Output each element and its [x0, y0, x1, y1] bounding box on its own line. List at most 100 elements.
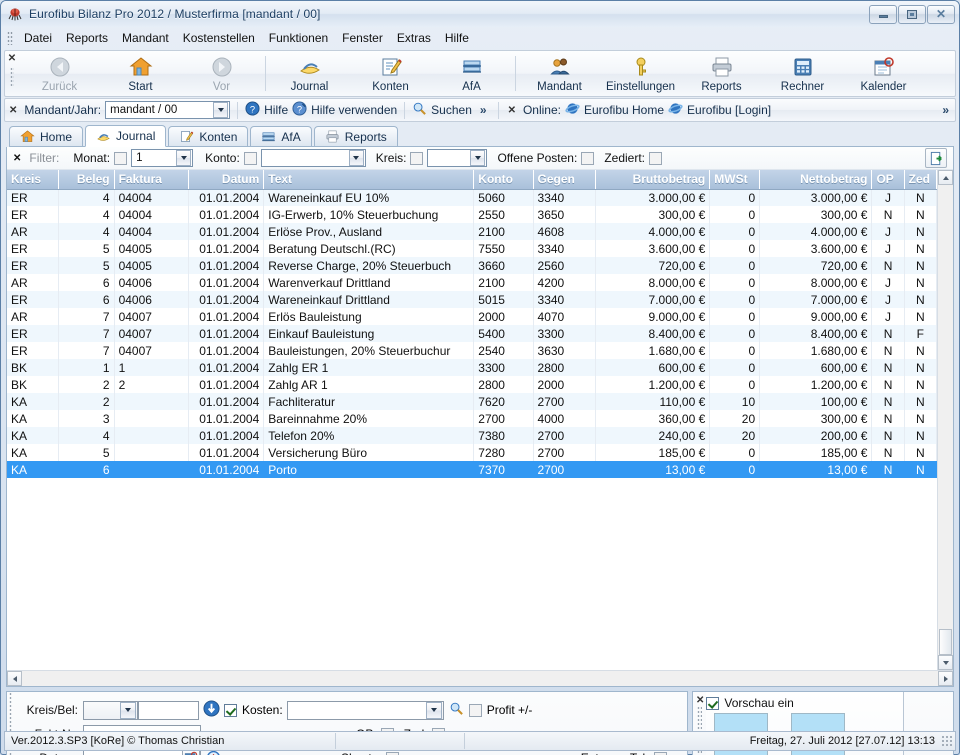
kosten-checkbox[interactable]: [224, 703, 237, 717]
col-header-op[interactable]: OP: [871, 170, 905, 190]
grid-horizontal-scrollbar[interactable]: [7, 670, 953, 686]
vorschau-checkbox[interactable]: [706, 696, 720, 710]
konto-filter-checkbox[interactable]: [243, 151, 257, 165]
table-row[interactable]: ER 7 04007 01.01.2004 Einkauf Bauleistung 540…: [7, 325, 937, 342]
menu-funktionen[interactable]: Funktionen: [262, 29, 335, 47]
online-section-close-icon[interactable]: ✕: [506, 105, 519, 116]
tab-reports[interactable]: Reports: [313, 126, 398, 146]
toolbar-button-kalender[interactable]: Kalender: [843, 51, 924, 96]
excel-export-icon[interactable]: [925, 148, 947, 168]
table-row[interactable]: ER 6 04006 01.01.2004 Wareneinkauf Drittland…: [7, 291, 937, 308]
menu-hilfe[interactable]: Hilfe: [438, 29, 476, 47]
toolbar-button-journal[interactable]: Journal: [269, 51, 350, 96]
filter-close-icon[interactable]: ✕: [11, 153, 25, 164]
ie-browser-icon-2[interactable]: [668, 101, 683, 119]
table-row[interactable]: BK 1 1 01.01.2004 Zahlg ER 1 3300 2800 600,00 €…: [7, 359, 937, 376]
table-row[interactable]: KA 5 01.01.2004 Versicherung Büro 7280 2700 18…: [7, 444, 937, 461]
table-row[interactable]: ER 5 04005 01.01.2004 Beratung Deutschl.(RC)…: [7, 240, 937, 257]
enter-tab-checkbox[interactable]: [654, 751, 668, 755]
offene-posten-checkbox[interactable]: [581, 151, 595, 165]
tab-konten[interactable]: Konten: [168, 126, 249, 146]
scroll-right-button[interactable]: [938, 671, 953, 686]
scroll-left-button[interactable]: [7, 671, 22, 686]
chevron-down-icon[interactable]: [425, 701, 442, 719]
col-header-mwst[interactable]: MWSt: [709, 170, 761, 190]
chevron-down-icon[interactable]: [213, 102, 229, 118]
table-row[interactable]: KA 4 01.01.2004 Telefon 20% 7380 2700 240,00 €…: [7, 427, 937, 444]
online-link-eurofibu-home[interactable]: Eurofibu Home: [584, 103, 664, 117]
grid-vertical-scrollbar[interactable]: [937, 170, 953, 670]
table-row[interactable]: AR 4 04004 01.01.2004 Erlöse Prov., Ausland 2…: [7, 223, 937, 240]
scroll-thumb[interactable]: [939, 629, 952, 655]
col-header-faktura[interactable]: Faktura: [114, 170, 190, 190]
kreis-bel-select[interactable]: [83, 700, 138, 720]
table-row[interactable]: AR 7 04007 01.01.2004 Erlös Bauleistung 2000 4…: [7, 308, 937, 325]
online-link-eurofibu-login[interactable]: Eurofibu [Login]: [687, 103, 771, 117]
menu-datei[interactable]: Datei: [17, 29, 59, 47]
col-header-zed[interactable]: Zed: [904, 170, 937, 190]
toolbar-close-handle[interactable]: ✕: [5, 51, 19, 96]
table-row[interactable]: KA 2 01.01.2004 Fachliteratur 7620 2700 110,00…: [7, 393, 937, 410]
table-row[interactable]: ER 7 04007 01.01.2004 Bauleistungen, 20% Ste…: [7, 342, 937, 359]
help-label[interactable]: Hilfe: [264, 103, 288, 117]
scroll-up-button[interactable]: [938, 170, 953, 185]
skonto-checkbox[interactable]: [385, 751, 399, 755]
zediert-checkbox[interactable]: [649, 151, 662, 165]
toolbar-drag-grip[interactable]: [10, 67, 14, 87]
toolbar-button-mandant[interactable]: Mandant: [519, 51, 600, 96]
help-arrow-icon[interactable]: ?: [292, 101, 307, 119]
kreis-filter-select[interactable]: [427, 149, 488, 167]
chevron-down-icon[interactable]: [470, 150, 486, 166]
col-header-kreis[interactable]: Kreis: [7, 170, 60, 190]
chevron-down-icon[interactable]: [120, 701, 136, 719]
toolbar-button-vor[interactable]: Vor: [181, 51, 262, 96]
toolbar-button-afa[interactable]: AfA: [431, 51, 512, 96]
journal-grid-scrollarea[interactable]: Kreis Beleg Faktura Datum Text Konto Geg…: [7, 170, 937, 670]
magnifier-icon[interactable]: [412, 101, 427, 119]
tab-afa[interactable]: AfA: [250, 126, 312, 146]
menu-grip[interactable]: [7, 31, 13, 45]
table-row[interactable]: ER 5 04005 01.01.2004 Reverse Charge, 20% St…: [7, 257, 937, 274]
ie-browser-icon-1[interactable]: [565, 101, 580, 119]
scroll-down-button[interactable]: [938, 655, 953, 670]
table-row[interactable]: ER 4 04004 01.01.2004 IG-Erwerb, 10% Steuerb…: [7, 206, 937, 223]
help-use-label[interactable]: Hilfe verwenden: [311, 103, 397, 117]
toolbar-button-start[interactable]: Start: [100, 51, 181, 96]
menu-fenster[interactable]: Fenster: [335, 29, 390, 47]
table-row[interactable]: KA 6 01.01.2004 Porto 7370 2700 13,00 €0 13,00 …: [7, 461, 937, 478]
tab-home[interactable]: Home: [9, 126, 84, 146]
col-header-text[interactable]: Text: [263, 170, 475, 190]
chevron-down-icon[interactable]: [176, 150, 192, 166]
table-row[interactable]: KA 3 01.01.2004 Bareinnahme 20% 2700 4000 360,…: [7, 410, 937, 427]
toolbar2-overflow-right[interactable]: »: [938, 103, 953, 117]
col-header-konto[interactable]: Konto: [473, 170, 534, 190]
secondary-toolbar-close-icon[interactable]: ✕: [7, 105, 20, 116]
resize-grip-icon[interactable]: [941, 735, 953, 747]
tab-journal[interactable]: Journal: [85, 125, 167, 147]
menu-extras[interactable]: Extras: [390, 29, 438, 47]
search-label[interactable]: Suchen: [431, 103, 472, 117]
toolbar-button-einstellungen[interactable]: Einstellungen: [600, 51, 681, 96]
menu-mandant[interactable]: Mandant: [115, 29, 176, 47]
kosten-search-magnifier-icon[interactable]: [449, 701, 464, 719]
col-header-bruttobetrag[interactable]: Bruttobetrag: [595, 170, 711, 190]
col-header-datum[interactable]: Datum: [188, 170, 265, 190]
menu-kostenstellen[interactable]: Kostenstellen: [176, 29, 262, 47]
konto-filter-select[interactable]: [260, 149, 366, 167]
toolbar-close-icon[interactable]: ✕: [8, 53, 16, 64]
beleg-nr-input[interactable]: [138, 700, 199, 720]
minimize-button[interactable]: [869, 4, 897, 24]
profit-checkbox[interactable]: [468, 703, 482, 717]
maximize-button[interactable]: [898, 4, 926, 24]
toolbar-button-zurueck[interactable]: Zurück: [19, 51, 100, 96]
col-header-nettobetrag[interactable]: Nettobetrag: [759, 170, 873, 190]
mandant-jahr-select[interactable]: mandant / 00: [105, 101, 231, 119]
refresh-down-icon[interactable]: [203, 700, 220, 720]
menu-reports[interactable]: Reports: [59, 29, 115, 47]
col-header-gegen[interactable]: Gegen: [533, 170, 596, 190]
table-row[interactable]: ER 4 04004 01.01.2004 Wareneinkauf EU 10% 506…: [7, 189, 937, 206]
kreis-filter-checkbox[interactable]: [410, 151, 424, 165]
help-circle-icon[interactable]: ?: [245, 101, 260, 119]
toolbar2-overflow-left[interactable]: »: [476, 103, 491, 117]
monat-checkbox[interactable]: [114, 151, 128, 165]
